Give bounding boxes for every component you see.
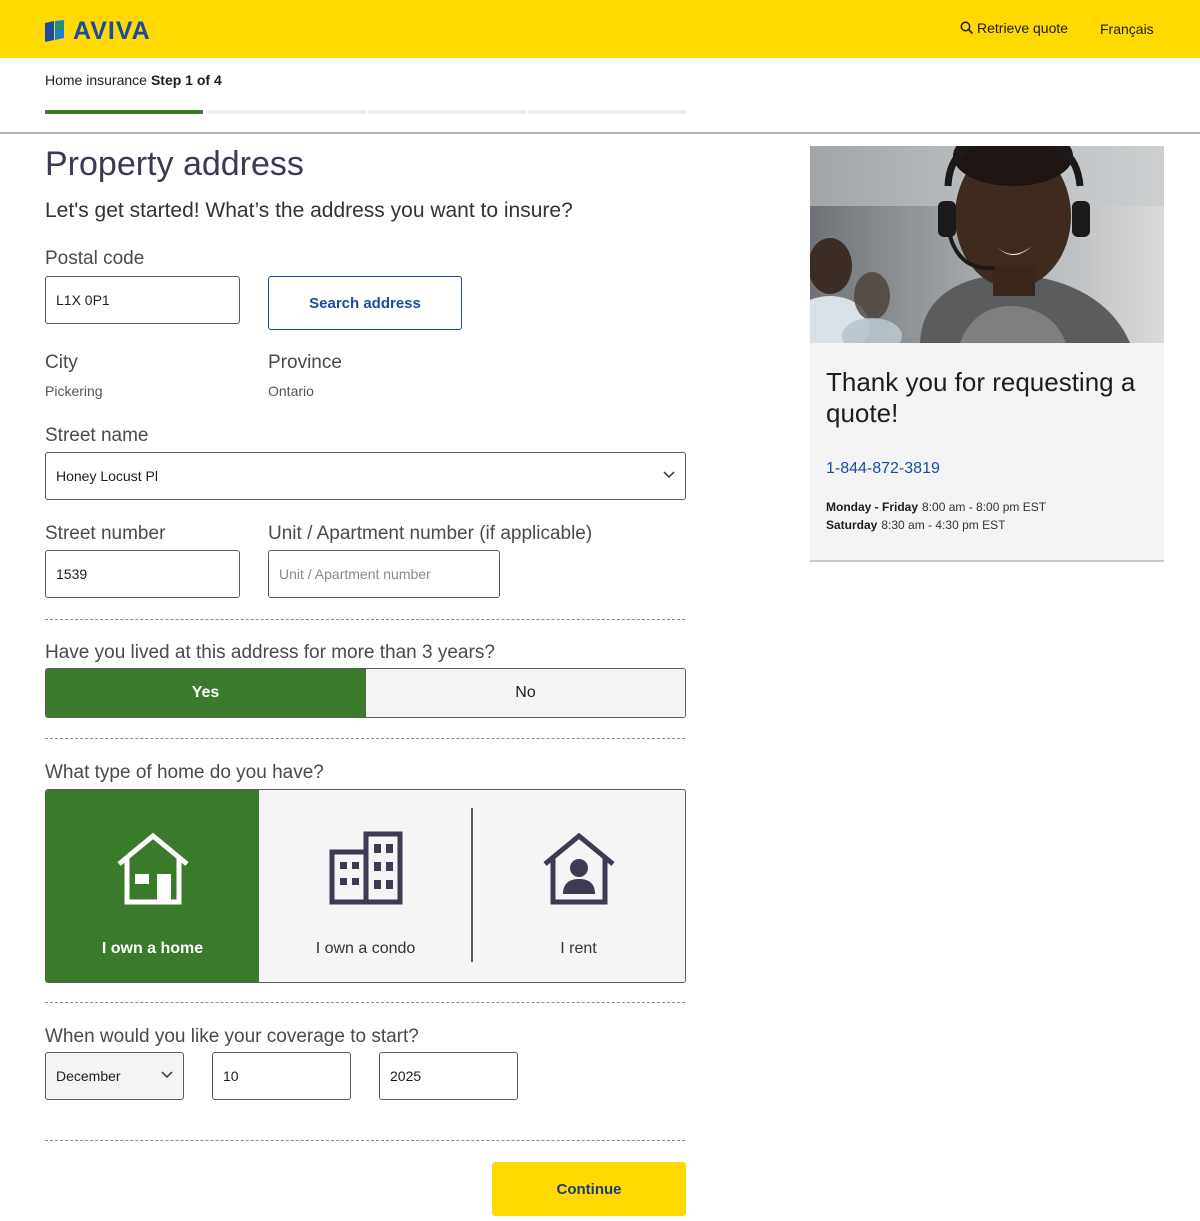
postal-code-input[interactable]: L1X 0P1: [45, 276, 240, 324]
agent-photo: [810, 146, 1164, 343]
progress-section-label: Home insurance: [45, 72, 147, 88]
coverage-month-value: December: [56, 1068, 121, 1084]
rent-label: I rent: [560, 940, 597, 957]
condo-building-icon: [329, 831, 402, 905]
lived-no-option[interactable]: No: [365, 669, 685, 717]
header-divider: [0, 132, 1200, 134]
unit-input[interactable]: Unit / Apartment number: [268, 550, 500, 598]
progress-step-4: [528, 110, 686, 114]
section-divider: [45, 619, 685, 620]
hours-row: Saturday 8:30 am - 4:30 pm EST: [826, 518, 1005, 532]
progress-indicator: Home insurance Step 1 of 4: [45, 72, 222, 88]
street-number-input[interactable]: 1539: [45, 550, 240, 598]
coverage-month-select[interactable]: December: [45, 1052, 184, 1100]
street-name-value: Honey Locust Pl: [56, 468, 158, 484]
own-home-label: I own a home: [101, 940, 204, 957]
page-title: Property address: [45, 145, 304, 183]
card-title: Thank you for requesting a quote!: [826, 367, 1136, 428]
hours-time: 8:00 am - 8:00 pm EST: [922, 500, 1047, 514]
home-type-label: What type of home do you have?: [45, 762, 324, 783]
phone-link[interactable]: 1-844-872-3819: [826, 460, 940, 478]
progress-step-3: [368, 110, 526, 114]
house-icon: [116, 832, 189, 905]
hours-row: Monday - Friday 8:00 am - 8:00 pm EST: [826, 500, 1046, 514]
province-label: Province: [268, 352, 342, 373]
continue-button[interactable]: Continue: [492, 1162, 686, 1216]
lived-question-label: Have you lived at this address for more …: [45, 642, 495, 663]
coverage-start-label: When would you like your coverage to sta…: [45, 1026, 419, 1047]
hours-time: 8:30 am - 4:30 pm EST: [881, 518, 1006, 532]
search-icon: [960, 21, 974, 35]
chevron-down-icon: [663, 471, 675, 479]
home-type-selector: I own a home I own a condo I rent: [45, 789, 686, 983]
section-divider: [45, 1140, 685, 1141]
own-condo-option[interactable]: I own a condo: [259, 790, 472, 982]
aviva-logo[interactable]: AVIVA: [45, 17, 151, 45]
rent-person-house-icon: [542, 832, 615, 905]
own-condo-label: I own a condo: [315, 940, 416, 957]
contact-card: Thank you for requesting a quote! 1-844-…: [810, 146, 1164, 562]
lived-question-toggle: Yes No: [45, 668, 686, 718]
unit-label: Unit / Apartment number (if applicable): [268, 523, 593, 544]
rent-option[interactable]: I rent: [472, 790, 685, 982]
chevron-down-icon: [161, 1071, 173, 1079]
retrieve-quote-label: Retrieve quote: [977, 20, 1069, 36]
progress-step-label: Step 1 of 4: [150, 72, 222, 88]
street-number-label: Street number: [45, 523, 166, 544]
option-divider: [471, 808, 473, 962]
coverage-year-input[interactable]: 2025: [379, 1052, 518, 1100]
page-subtitle: Let's get started! What’s the address yo…: [45, 199, 573, 222]
city-value: Pickering: [45, 383, 103, 399]
lived-yes-option[interactable]: Yes: [46, 669, 365, 717]
top-header-bar: AVIVA Retrieve quote Français: [0, 0, 1200, 58]
aviva-logo-mark-icon: [45, 20, 67, 42]
hours-days: Monday - Friday: [826, 500, 919, 514]
coverage-day-input[interactable]: 10: [212, 1052, 351, 1100]
province-value: Ontario: [268, 383, 314, 399]
search-address-button[interactable]: Search address: [268, 276, 462, 330]
street-name-label: Street name: [45, 425, 149, 446]
hours-days: Saturday: [826, 518, 878, 532]
city-label: City: [45, 352, 78, 373]
own-home-option[interactable]: I own a home: [46, 790, 259, 982]
progress-step-1: [45, 110, 203, 114]
section-divider: [45, 1002, 685, 1003]
progress-step-2: [208, 110, 366, 114]
section-divider: [45, 738, 685, 739]
retrieve-quote-link[interactable]: Retrieve quote: [960, 20, 1068, 36]
brand-name: AVIVA: [73, 17, 151, 45]
street-name-select[interactable]: Honey Locust Pl: [45, 452, 686, 500]
postal-code-label: Postal code: [45, 248, 145, 269]
language-toggle-link[interactable]: Français: [1100, 21, 1154, 37]
